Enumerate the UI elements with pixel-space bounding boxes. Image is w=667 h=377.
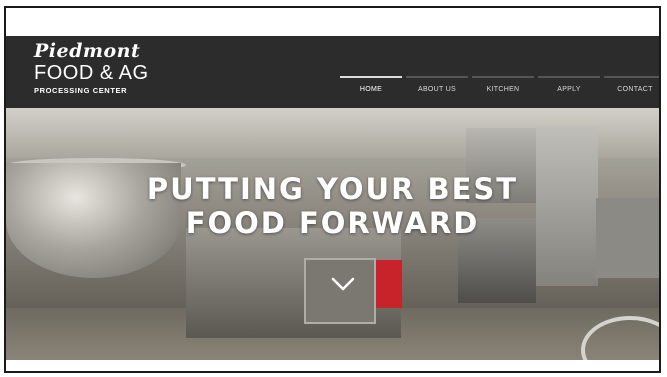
hero-red-panel	[376, 260, 402, 308]
nav-item-home[interactable]: HOME	[340, 76, 402, 93]
top-strip	[6, 8, 659, 36]
site-header: Piedmont FOOD & AG PROCESSING CENTER HOM…	[6, 36, 659, 108]
logo-line-piedmont: Piedmont	[34, 40, 141, 62]
browser-frame: Piedmont FOOD & AG PROCESSING CENTER HOM…	[4, 6, 661, 373]
nav-item-contact[interactable]: CONTACT	[604, 76, 659, 93]
nav-item-about-us[interactable]: ABOUT US	[406, 76, 468, 93]
hero-title: PUTTING YOUR BEST FOOD FORWARD	[6, 172, 659, 240]
logo-line-food-ag: FOOD & AG	[34, 62, 149, 84]
hero-banner: PUTTING YOUR BEST FOOD FORWARD	[6, 108, 659, 360]
site-logo[interactable]: Piedmont FOOD & AG PROCESSING CENTER	[34, 40, 149, 96]
logo-line-processing: PROCESSING CENTER	[34, 86, 128, 95]
main-nav: HOME ABOUT US KITCHEN APPLY CONTACT	[340, 76, 659, 93]
hero-title-line2: FOOD FORWARD	[185, 206, 480, 240]
nav-item-kitchen[interactable]: KITCHEN	[472, 76, 534, 93]
chevron-down-icon[interactable]	[330, 271, 356, 297]
nav-item-apply[interactable]: APPLY	[538, 76, 600, 93]
hero-title-line1: PUTTING YOUR BEST	[146, 172, 519, 206]
